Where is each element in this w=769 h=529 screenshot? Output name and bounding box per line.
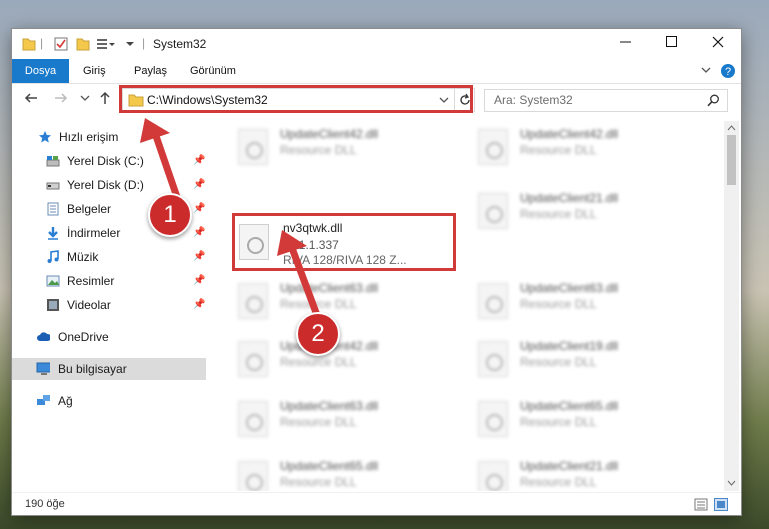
callout-1: 1 (148, 193, 192, 237)
arrow-1 (152, 134, 182, 202)
callout-2: 2 (296, 312, 340, 356)
annotation-arrows (140, 118, 322, 320)
arrow-2 (288, 246, 322, 320)
